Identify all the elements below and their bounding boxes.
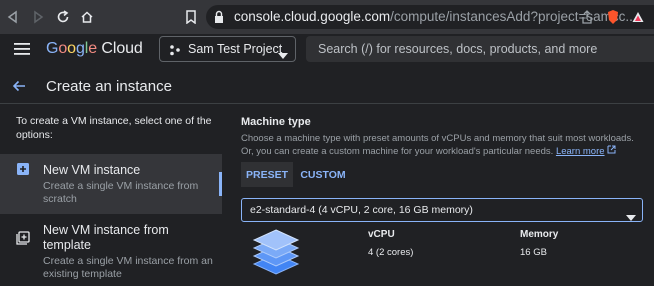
back-arrow-icon[interactable] [12, 79, 26, 98]
option-description: Create a single VM instance from an exis… [43, 255, 213, 280]
dropdown-arrow-icon [626, 208, 636, 226]
page-title: Create an instance [46, 78, 172, 95]
memory-label: Memory [520, 229, 559, 240]
add-box-icon [16, 162, 30, 181]
project-picker[interactable]: Sam Test Project [159, 36, 296, 62]
google-cloud-logo[interactable]: Google Cloud [46, 40, 143, 58]
memory-value: 16 GB [520, 247, 547, 258]
project-name: Sam Test Project [188, 42, 283, 56]
home-icon[interactable] [78, 8, 96, 26]
brave-rewards-icon[interactable] [629, 8, 647, 26]
option-new-vm-instance[interactable]: New VM instance Create a single VM insta… [0, 154, 222, 214]
tab-preset[interactable]: PRESET [241, 162, 293, 187]
reload-icon[interactable] [54, 8, 72, 26]
back-icon[interactable] [4, 8, 22, 26]
option-title: New VM instance [43, 163, 141, 177]
tab-custom[interactable]: CUSTOM [298, 162, 348, 187]
option-description: Create a single VM instance from scratch [43, 180, 199, 205]
lock-icon[interactable] [210, 8, 228, 26]
search-box[interactable]: Search (/) for resources, docs, products… [306, 36, 654, 62]
machine-stack-icon [252, 226, 300, 286]
machine-type-description: Choose a machine type with preset amount… [241, 133, 641, 158]
brave-shield-icon[interactable] [604, 8, 622, 26]
create-options-intro: To create a VM instance, select one of t… [16, 115, 212, 141]
machine-type-select[interactable]: e2-standard-4 (4 vCPU, 2 core, 16 GB mem… [241, 198, 643, 222]
machine-type-selected-value: e2-standard-4 (4 vCPU, 2 core, 16 GB mem… [250, 204, 473, 216]
machine-type-heading: Machine type [241, 116, 311, 128]
share-icon[interactable] [578, 8, 596, 26]
bookmark-icon[interactable] [182, 8, 200, 26]
forward-icon[interactable] [29, 8, 47, 26]
dropdown-arrow-icon [278, 46, 288, 64]
learn-more-link[interactable]: Learn more [556, 146, 605, 157]
template-icon [16, 231, 30, 250]
url-path: /compute/instancesAdd?project=samcc... [390, 9, 637, 24]
browser-toolbar: console.cloud.google.com/compute/instanc… [0, 0, 654, 34]
open-in-new-icon[interactable] [607, 145, 616, 157]
selected-indicator [219, 172, 222, 196]
option-title: New VM instance from template [43, 223, 169, 252]
vcpu-label: vCPU [368, 229, 395, 240]
url-host: console.cloud.google.com [234, 9, 391, 24]
menu-icon[interactable] [14, 42, 30, 61]
search-input[interactable]: Search (/) for resources, docs, products… [318, 42, 597, 56]
url-text[interactable]: console.cloud.google.com/compute/instanc… [234, 9, 637, 24]
project-icon [169, 43, 181, 61]
vcpu-value: 4 (2 cores) [368, 247, 414, 258]
option-new-vm-from-template[interactable]: New VM instance from template Create a s… [0, 215, 222, 281]
